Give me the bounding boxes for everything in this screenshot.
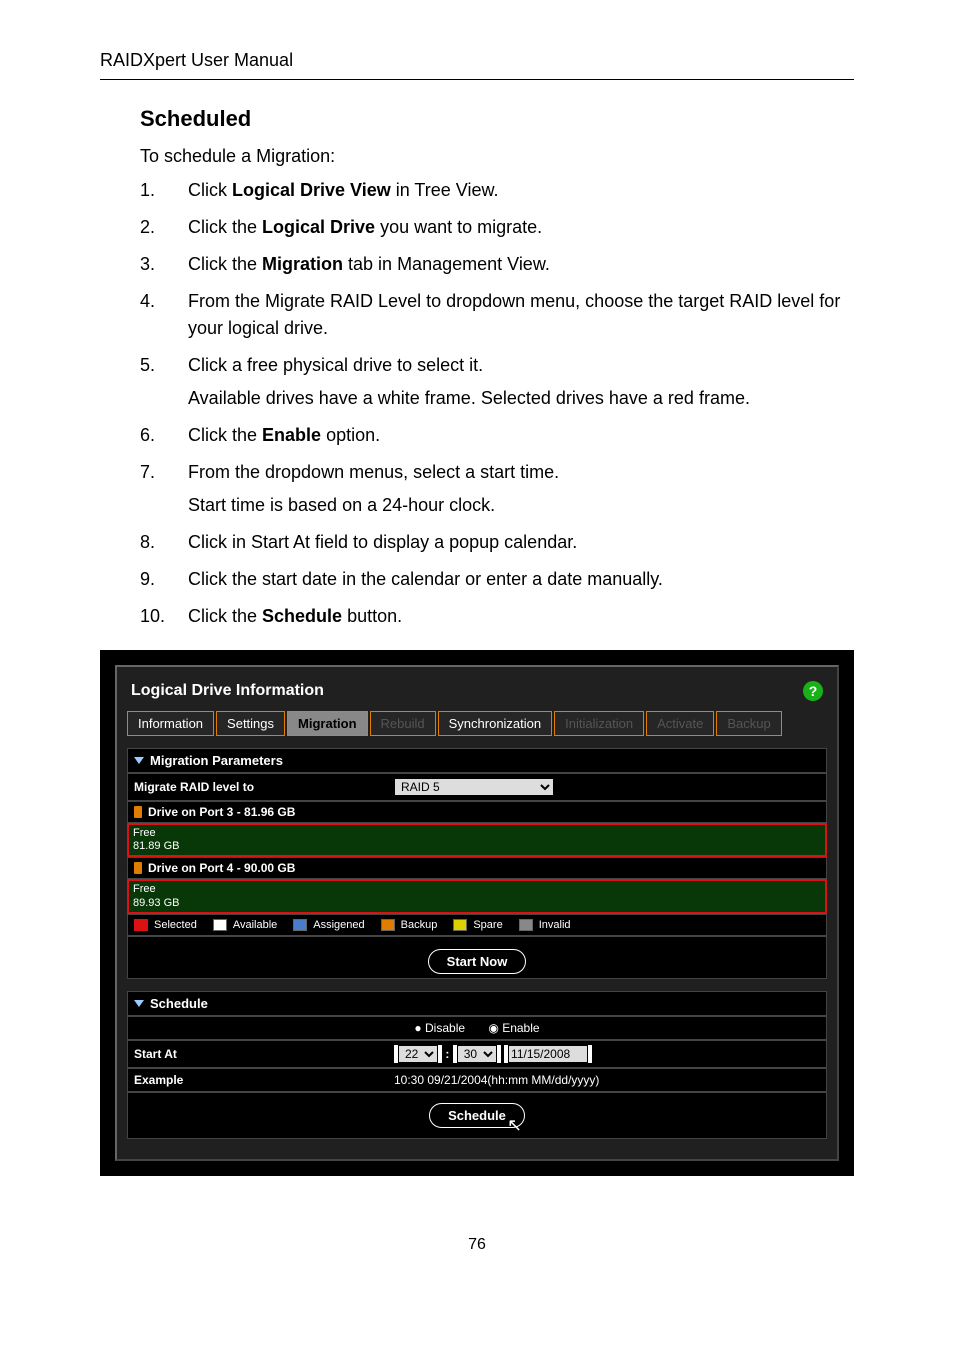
drive4-header: Drive on Port 4 - 90.00 GB [127,857,827,879]
drive3-status: Free [133,827,821,840]
step-item: 9.Click the start date in the calendar o… [140,566,854,593]
migrate-raid-select[interactable]: RAID 5 [394,778,554,796]
drive4-box[interactable]: Free 89.93 GB [127,879,827,913]
enable-radio[interactable]: ◉ Enable [488,1021,539,1035]
example-row: Example 10:30 09/21/2004(hh:mm MM/dd/yyy… [127,1068,827,1092]
migrate-label: Migrate RAID level to [134,780,394,794]
step-item: 10.Click the Schedule button. [140,603,854,630]
drive3-header: Drive on Port 3 - 81.96 GB [127,801,827,823]
migrate-row: Migrate RAID level to RAID 5 [127,773,827,801]
tab-initialization: Initialization [554,711,644,736]
legend-label: Spare [473,919,502,931]
tab-migration[interactable]: Migration [287,711,368,736]
legend-label: Available [233,919,277,931]
tab-rebuild: Rebuild [370,711,436,736]
example-value: 10:30 09/21/2004(hh:mm MM/dd/yyyy) [394,1073,820,1087]
ui-title: Logical Drive Information [131,682,324,700]
tab-activate: Activate [646,711,714,736]
chevron-down-icon [134,757,144,764]
minute-select[interactable]: 30 [457,1045,497,1063]
legend-label: Assigened [313,919,364,931]
chevron-down-icon [134,1000,144,1007]
start-now-button[interactable]: Start Now [428,949,527,974]
legend-swatch [293,919,307,931]
ui-screenshot: Logical Drive Information ? InformationS… [100,650,854,1176]
intro-text: To schedule a Migration: [140,146,854,167]
step-item: 4.From the Migrate RAID Level to dropdow… [140,288,854,342]
tab-settings[interactable]: Settings [216,711,285,736]
legend-label: Invalid [539,919,571,931]
step-item: 2.Click the Logical Drive you want to mi… [140,214,854,241]
page-header: RAIDXpert User Manual [100,50,854,80]
page-number: 76 [100,1236,854,1254]
tab-information[interactable]: Information [127,711,214,736]
legend-swatch [519,919,533,931]
step-item: 8.Click in Start At field to display a p… [140,529,854,556]
group-schedule: Schedule [127,991,827,1016]
section-title: Scheduled [140,106,854,132]
tab-strip: InformationSettingsMigrationRebuildSynch… [127,711,827,736]
group-migration-params: Migration Parameters [127,748,827,773]
legend-swatch [134,919,148,931]
steps-list: 1.Click Logical Drive View in Tree View.… [140,177,854,630]
drive-icon [134,862,142,874]
drive3-size: 81.89 GB [133,840,821,853]
tab-backup: Backup [716,711,781,736]
drive4-size: 89.93 GB [133,897,821,910]
legend-swatch [453,919,467,931]
legend-swatch [213,919,227,931]
legend-label: Selected [154,919,197,931]
start-at-label: Start At [134,1047,394,1061]
example-label: Example [134,1073,394,1087]
cursor-icon: ↖ [507,1115,522,1136]
group1-label: Migration Parameters [150,753,283,768]
hour-select[interactable]: 22 [398,1045,438,1063]
legend-label: Backup [401,919,438,931]
drive4-status: Free [133,883,821,896]
step-item: 7.From the dropdown menus, select a star… [140,459,854,519]
schedule-button-area: Schedule ↖ [127,1092,827,1139]
drive3-title: Drive on Port 3 - 81.96 GB [148,805,295,819]
step-item: 6.Click the Enable option. [140,422,854,449]
legend-swatch [381,919,395,931]
drive-icon [134,806,142,818]
drive3-box[interactable]: Free 81.89 GB [127,823,827,857]
date-input[interactable] [508,1045,588,1063]
help-icon[interactable]: ? [803,681,823,701]
drive4-title: Drive on Port 4 - 90.00 GB [148,861,295,875]
step-item: 1.Click Logical Drive View in Tree View. [140,177,854,204]
step-item: 3.Click the Migration tab in Management … [140,251,854,278]
start-now-area: Start Now [127,936,827,979]
tab-synchronization[interactable]: Synchronization [438,711,553,736]
group2-label: Schedule [150,996,208,1011]
start-at-row: Start At 22 : 30 [127,1040,827,1068]
legend: Selected Available Assigened Backup Spare Inv… [127,914,827,936]
enable-disable-row: ● Disable ◉ Enable [127,1016,827,1040]
disable-radio[interactable]: ● Disable [414,1021,465,1035]
step-item: 5.Click a free physical drive to select … [140,352,854,412]
